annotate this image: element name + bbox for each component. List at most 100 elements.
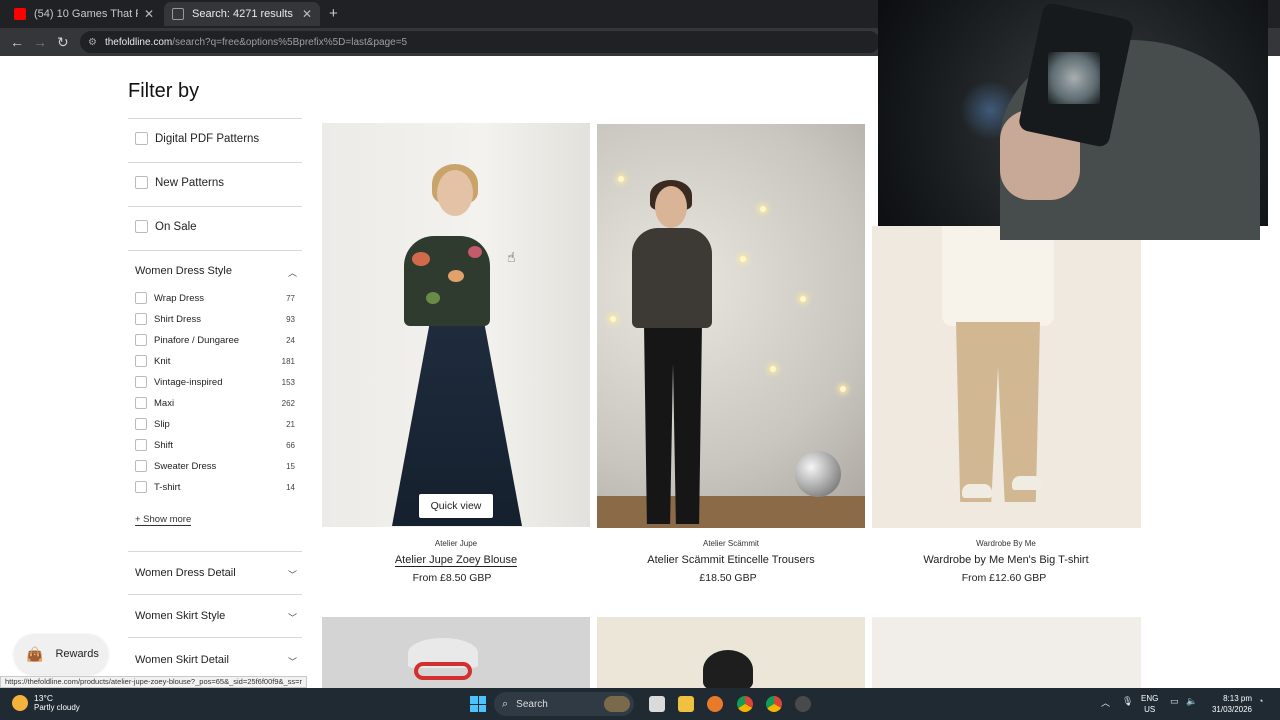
section-women-dress-style[interactable]: Women Dress Style (135, 265, 232, 277)
checkbox[interactable] (135, 355, 147, 367)
app-icon[interactable] (795, 696, 811, 712)
divider (128, 206, 302, 207)
filter-title: Filter by (128, 80, 200, 102)
file-explorer-icon[interactable] (678, 696, 694, 712)
option-label: Knit (154, 355, 171, 367)
product-price: £18.50 GBP (699, 572, 757, 584)
option-label: Shift (154, 439, 174, 451)
volume-icon[interactable]: 🔈 (1186, 696, 1197, 707)
clock-time: 8:13 pm (1223, 694, 1252, 703)
product-title[interactable]: Wardrobe by Me Men's Big T-shirt (872, 554, 1140, 566)
chevron-up-icon[interactable]: ︿ (288, 266, 297, 279)
option-count: 24 (286, 335, 295, 345)
url-host: thefoldline.com (104, 36, 173, 48)
checkbox[interactable] (135, 418, 147, 430)
forward-arrow-icon[interactable]: → (33, 34, 47, 50)
tray-expand-icon[interactable]: ︿ (1101, 696, 1110, 709)
tab-foldline-search[interactable]: Search: 4271 results found for " ✕ (164, 2, 320, 26)
show-more-link[interactable]: + Show more (135, 514, 192, 526)
microphone-icon[interactable]: 🎙 (1122, 696, 1133, 707)
hair-shape (703, 650, 753, 688)
option-wrap-dress[interactable]: Wrap Dress 77 (135, 292, 295, 304)
app-icon[interactable] (707, 696, 723, 712)
chrome-icon[interactable] (766, 696, 782, 712)
option-vintage-inspired[interactable]: Vintage-inspired 153 (135, 376, 295, 388)
shopping-bag-icon: 👜 (26, 645, 44, 662)
lang-region: US (1144, 705, 1156, 714)
option-count: 153 (281, 377, 295, 387)
chevron-down-icon[interactable]: ﹀ (288, 611, 297, 624)
section-women-skirt-style[interactable]: Women Skirt Style (135, 610, 225, 622)
option-t-shirt[interactable]: T-shirt 14 (135, 481, 295, 493)
option-sweater-dress[interactable]: Sweater Dress 15 (135, 460, 295, 472)
option-count: 21 (286, 419, 295, 429)
filter-digital-pdf-patterns[interactable]: Digital PDF Patterns (135, 132, 259, 145)
checkbox[interactable] (135, 313, 147, 325)
option-label: Pinafore / Dungaree (154, 334, 240, 346)
taskbar-search[interactable]: ⌕ Search (494, 692, 634, 716)
site-info-icon[interactable]: ⚙ (88, 37, 97, 48)
product-title[interactable]: Atelier Jupe Zoey Blouse (394, 554, 518, 567)
clock[interactable]: 8:13 pm 31/03/2026 (1206, 693, 1252, 715)
product-price: From £8.50 GBP (412, 572, 492, 584)
option-count: 262 (281, 398, 295, 408)
divider (128, 118, 302, 119)
section-women-dress-detail[interactable]: Women Dress Detail (135, 567, 236, 579)
checkbox[interactable] (135, 176, 148, 189)
reload-icon[interactable]: ↻ (57, 34, 69, 51)
option-label: T-shirt (154, 481, 181, 493)
url-path: /search?q=free&options%5Bprefix%5D=last&… (172, 36, 408, 48)
back-arrow-icon[interactable]: ← (10, 34, 24, 50)
checkbox[interactable] (135, 376, 147, 388)
fairy-light (740, 256, 746, 262)
fairy-light (800, 296, 806, 302)
checkbox[interactable] (135, 292, 147, 304)
close-icon[interactable]: ✕ (144, 7, 154, 21)
windows-start-icon[interactable] (470, 696, 486, 712)
rewards-button[interactable]: 👜 Rewards (14, 634, 108, 674)
tab-youtube[interactable]: (54) 10 Games That RELEASED ... ✕ (6, 2, 162, 26)
checkbox[interactable] (135, 481, 147, 493)
language-indicator[interactable]: ENG US (1141, 693, 1158, 715)
fairy-light (610, 316, 616, 322)
filter-new-patterns[interactable]: New Patterns (135, 176, 224, 189)
checkbox[interactable] (135, 334, 147, 346)
address-bar[interactable]: ⚙ thefoldline.com /search?q=free&options… (80, 31, 880, 53)
checkbox[interactable] (135, 397, 147, 409)
weather-widget[interactable]: 13°C Partly cloudy (12, 693, 80, 713)
network-icon[interactable]: ▭ (1170, 696, 1179, 707)
flower-print (448, 270, 464, 282)
task-view-icon[interactable] (649, 696, 665, 712)
filter-label: New Patterns (155, 176, 225, 189)
option-slip[interactable]: Slip 21 (135, 418, 295, 430)
product-image[interactable] (872, 617, 1141, 688)
divider (128, 250, 302, 251)
chevron-down-icon[interactable]: ﹀ (288, 568, 297, 581)
glasses-shape (414, 662, 472, 680)
filter-on-sale[interactable]: On Sale (135, 220, 197, 233)
new-tab-button[interactable]: + (329, 5, 338, 22)
fairy-light (840, 386, 846, 392)
flower-print (426, 292, 440, 304)
chevron-down-icon[interactable]: ﹀ (288, 655, 297, 668)
filter-label: On Sale (155, 220, 197, 233)
product-title[interactable]: Atelier Scämmit Etincelle Trousers (597, 554, 865, 566)
option-label: Vintage-inspired (154, 376, 223, 388)
section-women-skirt-detail[interactable]: Women Skirt Detail (135, 654, 229, 666)
option-shirt-dress[interactable]: Shirt Dress 93 (135, 313, 295, 325)
option-maxi[interactable]: Maxi 262 (135, 397, 295, 409)
close-icon[interactable]: ✕ (302, 7, 312, 21)
option-knit[interactable]: Knit 181 (135, 355, 295, 367)
option-pinafore-dungaree[interactable]: Pinafore / Dungaree 24 (135, 334, 295, 346)
product-title-link[interactable]: Atelier Jupe Zoey Blouse (322, 554, 590, 567)
checkbox[interactable] (135, 220, 148, 233)
notification-icon[interactable]: ◔ (1258, 696, 1263, 706)
webcam-phone-screen (1048, 52, 1100, 104)
checkbox[interactable] (135, 460, 147, 472)
option-count: 14 (286, 482, 295, 492)
checkbox[interactable] (135, 132, 148, 145)
quick-view-button[interactable]: Quick view (419, 494, 493, 518)
checkbox[interactable] (135, 439, 147, 451)
chrome-icon[interactable] (737, 696, 753, 712)
option-shift[interactable]: Shift 66 (135, 439, 295, 451)
